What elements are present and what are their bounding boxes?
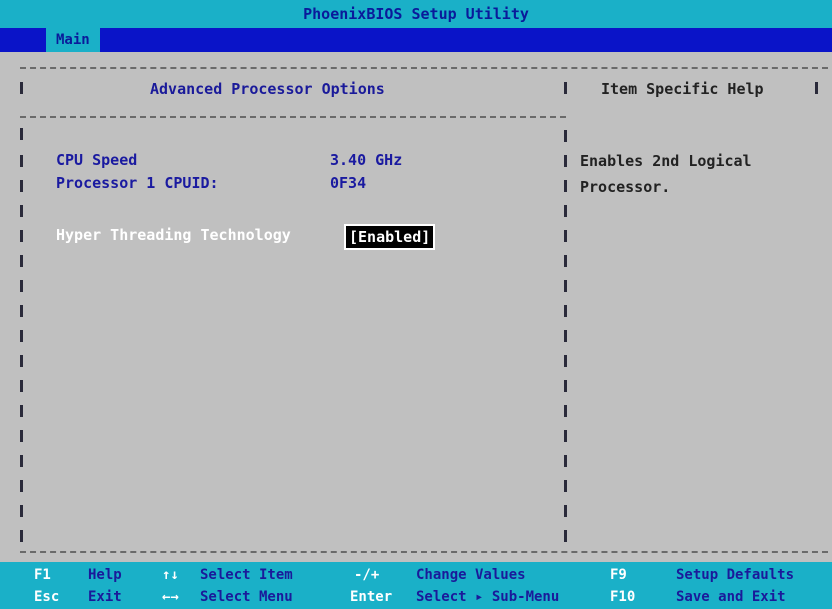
border-pipe xyxy=(20,180,23,192)
app-title: PhoenixBIOS Setup Utility xyxy=(303,5,529,23)
key-updown-desc: Select Item xyxy=(200,567,293,583)
setting-label-cpuid: Processor 1 CPUID: xyxy=(56,174,219,192)
key-f1-desc: Help xyxy=(88,567,122,583)
divider-pipe xyxy=(564,330,567,342)
key-leftright-desc: Select Menu xyxy=(200,589,293,605)
divider-pipe xyxy=(564,230,567,242)
border-pipe xyxy=(20,405,23,417)
border-pipe xyxy=(20,480,23,492)
divider-pipe xyxy=(564,82,567,94)
divider-pipe xyxy=(564,130,567,142)
key-f9: F9 xyxy=(610,567,627,583)
key-legend: F1 Help ↑↓ Select Item -/+ Change Values… xyxy=(0,562,832,609)
divider-pipe xyxy=(564,480,567,492)
setting-value-cpu-speed: 3.40 GHz xyxy=(330,151,403,169)
divider-pipe xyxy=(564,180,567,192)
key-minusplus-desc: Change Values xyxy=(416,567,526,583)
tab-main[interactable]: Main xyxy=(46,28,100,52)
divider-pipe xyxy=(564,280,567,292)
top-separator xyxy=(20,67,828,69)
bios-screen: PhoenixBIOS Setup Utility Main Advanced xyxy=(0,0,832,609)
border-pipe xyxy=(20,230,23,242)
key-f10-desc: Save and Exit xyxy=(676,589,786,605)
divider-pipe xyxy=(564,430,567,442)
key-esc-desc: Exit xyxy=(88,589,122,605)
key-esc: Esc xyxy=(34,589,60,605)
title-bar: PhoenixBIOS Setup Utility xyxy=(0,0,832,28)
key-enter: Enter xyxy=(350,589,393,605)
border-pipe xyxy=(815,82,818,94)
divider-pipe xyxy=(564,530,567,542)
border-pipe xyxy=(20,155,23,167)
key-enter-desc: Select ▸ Sub-Menu xyxy=(416,589,560,605)
menu-bar-gap xyxy=(0,28,20,52)
divider-pipe xyxy=(564,405,567,417)
key-updown: ↑↓ xyxy=(162,567,179,583)
border-pipe xyxy=(20,505,23,517)
border-pipe xyxy=(20,82,23,94)
help-title: Item Specific Help xyxy=(601,80,764,98)
border-pipe xyxy=(20,330,23,342)
key-f1: F1 xyxy=(34,567,51,583)
bottom-separator xyxy=(20,551,828,553)
divider-pipe xyxy=(564,355,567,367)
divider-pipe xyxy=(564,455,567,467)
divider-pipe xyxy=(564,305,567,317)
header-separator xyxy=(20,116,566,118)
border-pipe xyxy=(20,280,23,292)
border-pipe xyxy=(20,430,23,442)
border-pipe xyxy=(20,205,23,217)
help-text: Enables 2nd Logical Processor. xyxy=(580,152,752,196)
border-pipe xyxy=(20,380,23,392)
border-pipe xyxy=(20,355,23,367)
key-minusplus: -/+ xyxy=(354,567,380,583)
setting-value-hyper-threading[interactable]: [Enabled] xyxy=(344,224,436,250)
divider-pipe xyxy=(564,380,567,392)
setting-value-cpuid: 0F34 xyxy=(330,174,367,192)
divider-pipe xyxy=(564,205,567,217)
divider-pipe xyxy=(564,255,567,267)
key-f10: F10 xyxy=(610,589,636,605)
setting-label-cpu-speed: CPU Speed xyxy=(56,151,138,169)
key-f9-desc: Setup Defaults xyxy=(676,567,795,583)
border-pipe xyxy=(20,530,23,542)
divider-pipe xyxy=(564,155,567,167)
border-pipe xyxy=(20,305,23,317)
border-pipe xyxy=(20,455,23,467)
divider-pipe xyxy=(564,505,567,517)
border-pipe xyxy=(20,255,23,267)
setting-label-hyper-threading[interactable]: Hyper Threading Technology xyxy=(56,226,291,244)
menu-bar: Main xyxy=(0,28,832,52)
panel-title: Advanced Processor Options xyxy=(150,80,385,98)
border-pipe xyxy=(20,128,23,140)
key-leftright: ←→ xyxy=(162,589,179,605)
